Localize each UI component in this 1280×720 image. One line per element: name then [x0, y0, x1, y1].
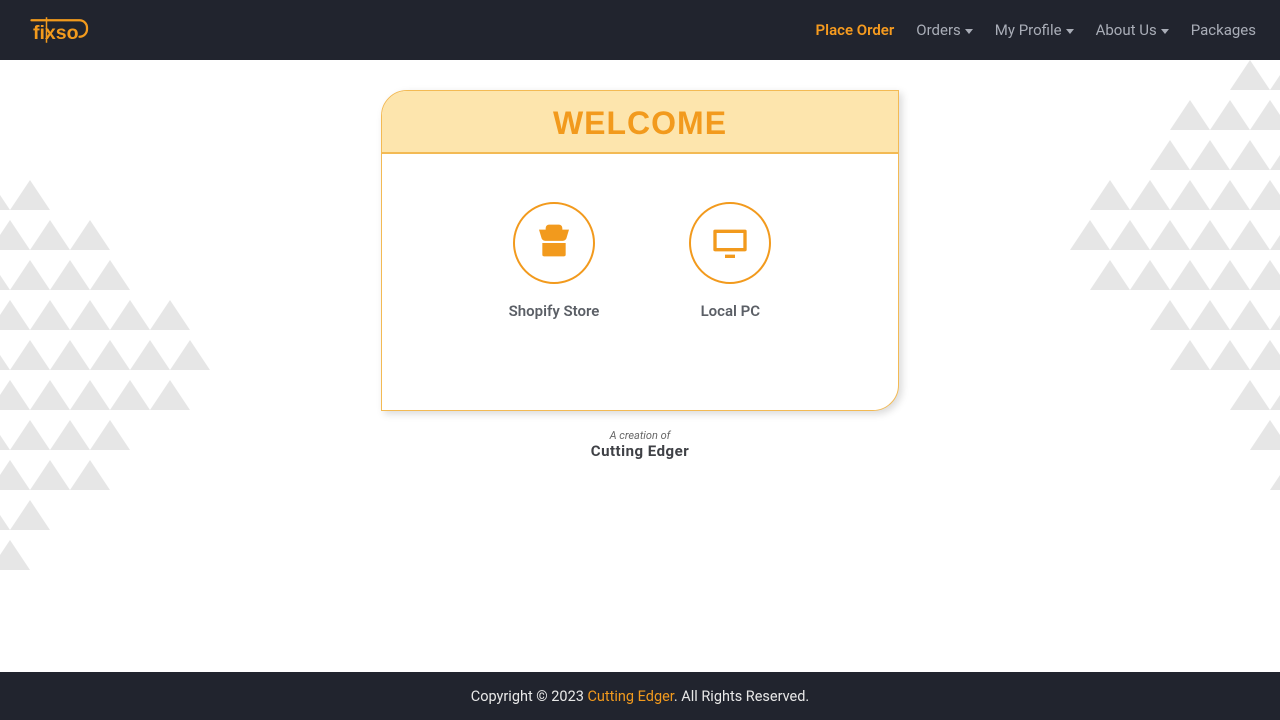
card-body: Shopify Store Local PC	[382, 154, 898, 410]
nav-my-profile[interactable]: My Profile	[995, 21, 1074, 39]
nav-place-order[interactable]: Place Order	[816, 21, 895, 39]
welcome-card: WELCOME Shopify Store Local PC	[381, 90, 899, 411]
footer-prefix: Copyright © 2023	[471, 688, 588, 705]
main-content: WELCOME Shopify Store Local PC A creatio…	[0, 60, 1280, 460]
card-header: WELCOME	[382, 91, 898, 154]
credit-brand: Cutting Edger	[591, 442, 689, 460]
nav-about-us-label: About Us	[1096, 21, 1157, 39]
footer-suffix: . All Rights Reserved.	[674, 688, 809, 705]
chevron-down-icon	[1066, 29, 1074, 34]
brand-logo[interactable]: fixso	[24, 14, 114, 46]
credit-subtitle: A creation of	[591, 429, 689, 442]
header: fixso Place Order Orders My Profile Abou…	[0, 0, 1280, 60]
monitor-icon	[689, 202, 771, 284]
option-label: Local PC	[701, 302, 761, 320]
nav-orders-label: Orders	[916, 21, 961, 39]
footer-text: Copyright © 2023 Cutting Edger. All Righ…	[471, 688, 810, 705]
nav-orders[interactable]: Orders	[916, 21, 973, 39]
chevron-down-icon	[965, 29, 973, 34]
option-local-pc[interactable]: Local PC	[689, 202, 771, 320]
credit-block: A creation of Cutting Edger	[591, 429, 689, 460]
option-label: Shopify Store	[509, 302, 600, 320]
chevron-down-icon	[1161, 29, 1169, 34]
top-nav: Place Order Orders My Profile About Us P…	[816, 21, 1256, 39]
option-shopify-store[interactable]: Shopify Store	[509, 202, 600, 320]
card-title: WELCOME	[382, 105, 898, 142]
footer-brand-link[interactable]: Cutting Edger	[587, 688, 673, 705]
nav-my-profile-label: My Profile	[995, 21, 1062, 39]
footer: Copyright © 2023 Cutting Edger. All Righ…	[0, 672, 1280, 720]
shopify-store-icon	[513, 202, 595, 284]
nav-about-us[interactable]: About Us	[1096, 21, 1169, 39]
nav-packages[interactable]: Packages	[1191, 21, 1256, 39]
svg-text:fixso: fixso	[33, 22, 79, 44]
